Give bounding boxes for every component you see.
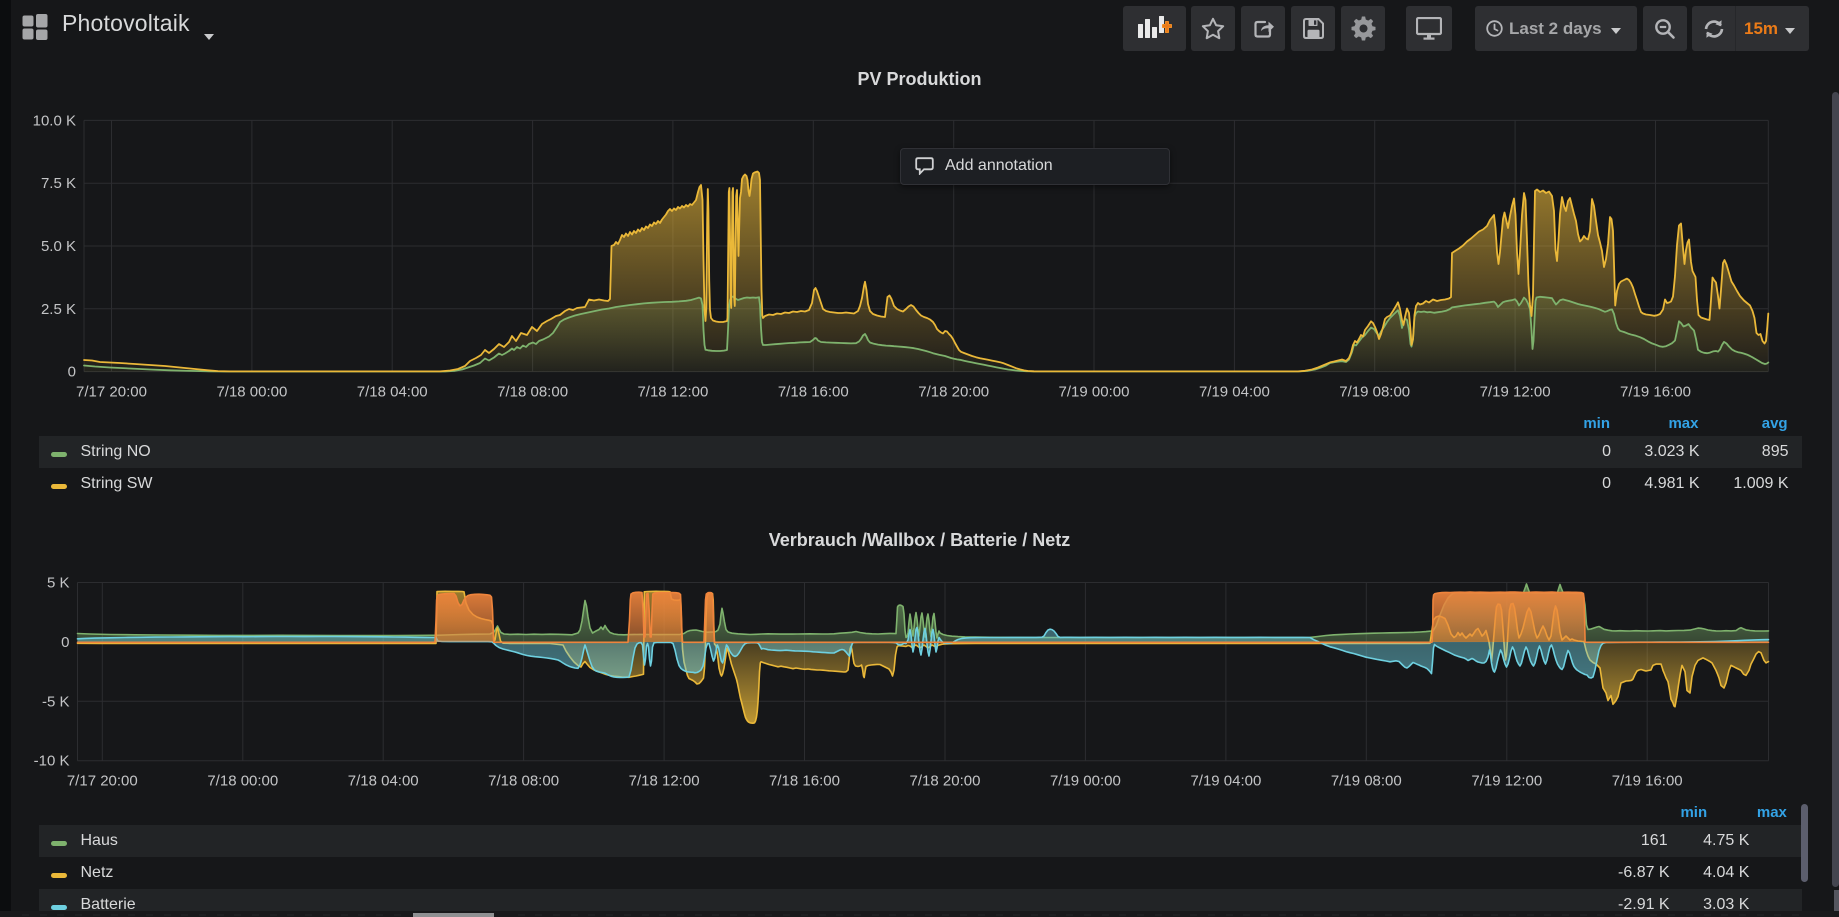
svg-text:2.5 K: 2.5 K	[41, 301, 76, 318]
svg-text:7/19 08:00: 7/19 08:00	[1339, 384, 1410, 401]
svg-text:7/18 20:00: 7/18 20:00	[918, 384, 989, 401]
svg-text:7/17 20:00: 7/17 20:00	[67, 773, 138, 790]
svg-text:7/19 12:00: 7/19 12:00	[1480, 384, 1551, 401]
svg-text:7/18 20:00: 7/18 20:00	[910, 773, 981, 790]
svg-text:7/18 04:00: 7/18 04:00	[348, 773, 419, 790]
svg-text:7.5 K: 7.5 K	[41, 175, 76, 192]
svg-text:7/18 12:00: 7/18 12:00	[637, 384, 708, 401]
svg-text:7/18 08:00: 7/18 08:00	[488, 773, 559, 790]
svg-text:5.0 K: 5.0 K	[41, 238, 76, 255]
svg-text:7/18 08:00: 7/18 08:00	[497, 384, 568, 401]
svg-text:0: 0	[68, 364, 76, 381]
svg-text:5 K: 5 K	[47, 575, 70, 592]
svg-text:7/17 20:00: 7/17 20:00	[76, 384, 147, 401]
svg-text:7/19 04:00: 7/19 04:00	[1190, 773, 1261, 790]
svg-text:7/18 00:00: 7/18 00:00	[216, 384, 287, 401]
svg-text:7/18 16:00: 7/18 16:00	[769, 773, 840, 790]
svg-text:7/19 00:00: 7/19 00:00	[1059, 384, 1130, 401]
svg-text:0: 0	[61, 634, 69, 651]
svg-text:7/18 00:00: 7/18 00:00	[207, 773, 278, 790]
svg-text:7/18 04:00: 7/18 04:00	[357, 384, 428, 401]
svg-text:7/18 12:00: 7/18 12:00	[629, 773, 700, 790]
svg-text:7/19 04:00: 7/19 04:00	[1199, 384, 1270, 401]
svg-text:7/19 08:00: 7/19 08:00	[1331, 773, 1402, 790]
svg-text:7/18 16:00: 7/18 16:00	[778, 384, 849, 401]
svg-text:7/19 16:00: 7/19 16:00	[1620, 384, 1691, 401]
svg-text:-10 K: -10 K	[34, 753, 70, 770]
svg-text:7/19 00:00: 7/19 00:00	[1050, 773, 1121, 790]
svg-text:7/19 12:00: 7/19 12:00	[1471, 773, 1542, 790]
svg-text:7/19 16:00: 7/19 16:00	[1612, 773, 1683, 790]
svg-text:-5 K: -5 K	[42, 693, 70, 710]
svg-text:10.0 K: 10.0 K	[33, 112, 76, 129]
